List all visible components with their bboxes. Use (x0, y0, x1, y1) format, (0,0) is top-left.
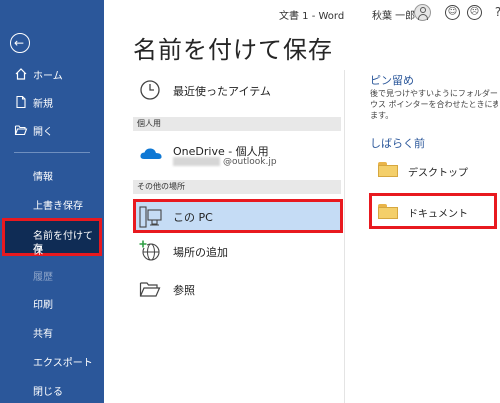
pinned-description-line: 後で見つけやすいようにフォルダーをピン (370, 89, 498, 98)
location-onedrive[interactable]: OneDrive - 個人用 @outlook.jp (133, 137, 341, 171)
computer-icon (139, 206, 162, 228)
folder-icon (378, 204, 398, 219)
location-label: 参照 (173, 284, 195, 297)
sidebar-divider (14, 152, 90, 153)
sidebar-item-label: ホーム (33, 70, 63, 82)
panel-divider (344, 70, 345, 403)
location-browse[interactable]: 参照 (133, 276, 341, 302)
sidebar-item-save[interactable]: 上書き保存 (33, 197, 83, 212)
document-title: 文書 1 - Word (279, 11, 345, 22)
pinned-section-title: ピン留め (370, 74, 414, 87)
pinned-description: 後で見つけやすいようにフォルダーをピン ウス ポインターを合わせたときに表示さ … (370, 88, 498, 121)
sidebar-item-label: 開く (33, 126, 53, 138)
pinned-description-line: ウス ポインターを合わせたときに表示さ (370, 100, 498, 109)
redacted-account-name (173, 157, 220, 166)
user-name: 秋葉 一郎 (372, 11, 416, 22)
sidebar-item-open[interactable]: 開く (0, 116, 104, 144)
page-title: 名前を付けて保存 (133, 36, 333, 64)
browse-folder-icon (139, 282, 161, 297)
onedrive-cloud-icon (140, 148, 162, 159)
avatar[interactable] (414, 4, 431, 21)
section-header-personal: 個人用 (133, 117, 341, 131)
location-label: 場所の追加 (173, 246, 228, 259)
sidebar-item-history: 履歴 (33, 272, 53, 283)
smile-feedback-icon[interactable]: ☺ (445, 5, 460, 20)
sidebar-item-close[interactable]: 閉じる (33, 383, 63, 398)
sidebar-item-export[interactable]: エクスポート (33, 354, 93, 369)
sidebar-item-print[interactable]: 印刷 (33, 296, 53, 311)
home-icon (15, 68, 27, 80)
sidebar-item-share[interactable]: 共有 (33, 325, 53, 340)
folder-label: デスクトップ (408, 168, 468, 179)
open-folder-icon (14, 125, 28, 136)
sidebar-item-label: 新規 (33, 98, 53, 110)
clock-icon (140, 80, 160, 100)
location-this-pc[interactable]: この PC (133, 199, 343, 233)
sidebar-item-save-as[interactable]: 名前を付けて保 存 (2, 218, 102, 257)
back-arrow-icon: ← (14, 36, 25, 50)
back-button[interactable]: ← (10, 33, 30, 53)
sidebar-item-new[interactable]: 新規 (0, 88, 104, 116)
onedrive-account: @outlook.jp (223, 157, 277, 167)
help-icon[interactable]: ? (491, 5, 500, 19)
sidebar-item-info[interactable]: 情報 (33, 168, 53, 183)
title-bar: 文書 1 - Word 秋葉 一郎 ☺ ☹ ? (104, 0, 500, 28)
folder-icon (378, 162, 398, 177)
sidebar-item-label-line2: 存 (33, 244, 43, 255)
new-document-icon (16, 95, 26, 109)
location-label: この PC (173, 211, 213, 224)
section-header-other: その他の場所 (133, 180, 341, 194)
frown-feedback-icon[interactable]: ☹ (467, 5, 482, 20)
sidebar-item-home[interactable]: ホーム (0, 60, 104, 88)
globe-add-icon (139, 240, 160, 261)
folder-label: ドキュメント (408, 209, 468, 220)
avatar-body-icon (418, 14, 428, 20)
recent-section-title: しばらく前 (370, 137, 425, 150)
backstage-sidebar: ← ホーム 新規 開く 情報 上書き保存 名前を付けて保 存 履歴 印刷 共有 … (0, 0, 104, 403)
location-recent[interactable]: 最近使ったアイテム (133, 76, 341, 102)
avatar-head-icon (420, 7, 426, 13)
location-label: 最近使ったアイテム (173, 85, 271, 98)
location-add-place[interactable]: 場所の追加 (133, 238, 341, 266)
pinned-description-line: ます。 (370, 111, 394, 120)
